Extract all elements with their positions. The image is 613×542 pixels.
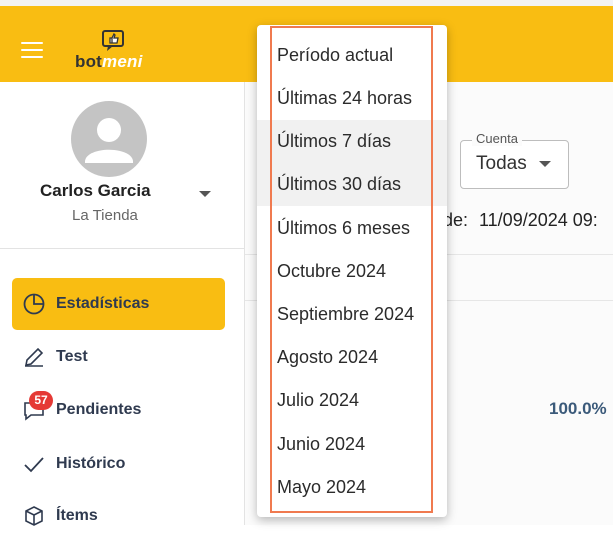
box-icon — [25, 506, 43, 526]
chat-thumb-icon — [102, 30, 124, 51]
pending-count-badge: 57 — [29, 391, 53, 410]
pie-chart-icon — [23, 293, 45, 315]
sidebar-item-items[interactable]: Ítems — [12, 490, 225, 542]
user-menu-chevron-down-icon[interactable] — [199, 191, 211, 197]
period-option-mayo-2024[interactable]: Mayo 2024 — [257, 466, 447, 509]
sidebar-item-label: Estadísticas — [56, 295, 150, 312]
period-option-periodo-actual[interactable]: Período actual — [257, 34, 447, 77]
avatar[interactable] — [71, 101, 147, 177]
period-option-junio-2024[interactable]: Junio 2024 — [257, 423, 447, 466]
sidebar-item-label: Histórico — [56, 455, 126, 472]
cuenta-chevron-down-icon[interactable] — [539, 161, 551, 167]
sidebar-item-label: Pendientes — [56, 401, 142, 418]
menu-icon[interactable] — [21, 42, 43, 58]
sidebar-item-label: Ítems — [56, 507, 98, 524]
period-option-ultimos-6-meses[interactable]: Últimos 6 meses — [257, 207, 447, 250]
check-icon — [24, 457, 44, 473]
botmeni-logo[interactable]: botmeni — [75, 30, 155, 76]
sidebar-item-estadisticas[interactable]: Estadísticas — [12, 278, 225, 330]
cuenta-label: Cuenta — [472, 131, 522, 146]
period-dropdown-menu: Período actual Últimas 24 horas Últimos … — [257, 25, 447, 517]
period-option-ultimos-30-dias[interactable]: Últimos 30 días — [257, 163, 447, 206]
user-store: La Tienda — [72, 207, 138, 224]
sidebar-divider — [0, 248, 244, 249]
period-option-julio-2024[interactable]: Julio 2024 — [257, 379, 447, 422]
sidebar-item-test[interactable]: Test — [12, 331, 225, 383]
sidebar-item-pendientes[interactable]: 57 Pendientes — [12, 384, 225, 436]
logo-text: botmeni — [75, 52, 143, 71]
stat-percent: 100.0% — [549, 399, 607, 418]
period-option-octubre-2024[interactable]: Octubre 2024 — [257, 250, 447, 293]
user-name: Carlos Garcia — [40, 181, 151, 200]
sidebar-item-label: Test — [56, 348, 88, 365]
period-option-ultimos-7-dias[interactable]: Últimos 7 días — [257, 120, 447, 163]
sidebar-item-historico[interactable]: Histórico — [12, 438, 225, 490]
sidebar: Carlos Garcia La Tienda Estadísticas Tes… — [0, 82, 245, 526]
cuenta-value: Todas — [476, 153, 527, 174]
pencil-icon — [24, 347, 44, 367]
period-option-agosto-2024[interactable]: Agosto 2024 — [257, 336, 447, 379]
date-from-value: 11/09/2024 09: — [479, 210, 598, 230]
period-option-ultimas-24-horas[interactable]: Últimas 24 horas — [257, 77, 447, 120]
user-icon — [85, 118, 133, 163]
period-option-septiembre-2024[interactable]: Septiembre 2024 — [257, 293, 447, 336]
